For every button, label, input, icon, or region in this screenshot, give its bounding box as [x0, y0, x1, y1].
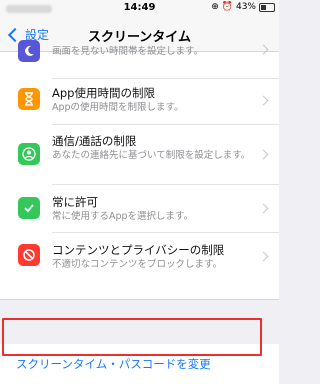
chevron-right-icon	[258, 251, 269, 262]
chevron-right-icon	[258, 95, 269, 106]
chevron-right-icon	[258, 203, 269, 214]
list-item-app-limits[interactable]: App使用時間の制限 Appの使用時間を制限します。	[0, 79, 279, 121]
row-subtitle: 画面を見ない時間帯を設定します。	[52, 46, 204, 57]
row-title: 常に許可	[52, 195, 98, 209]
highlight-box	[2, 318, 262, 356]
row-subtitle: Appの使用時間を制限します。	[52, 102, 184, 113]
change-passcode-link[interactable]: スクリーンタイム・パスコードを変更	[16, 356, 211, 372]
status-bar: 14:49 ⊕ ⏰ 43%	[0, 0, 279, 18]
list-item-downtime[interactable]: 画面を見ない時間帯を設定します。	[0, 38, 279, 72]
battery-icon	[259, 2, 275, 12]
row-title: App使用時間の制限	[52, 86, 155, 100]
row-subtitle: 不適切なコンテンツをブロックします。	[52, 259, 223, 270]
hourglass-icon	[18, 88, 40, 110]
prohibited-icon	[18, 244, 40, 266]
checkmark-icon	[18, 197, 40, 219]
row-subtitle: 常に使用するAppを選択します。	[52, 211, 194, 222]
status-icons: ⊕ ⏰ 43%	[211, 2, 275, 12]
battery-percentage: 43%	[235, 2, 256, 12]
chevron-right-icon	[258, 149, 269, 160]
row-title: 通信/通話の制限	[52, 134, 137, 148]
person-icon	[18, 143, 40, 165]
list-item-always-allowed[interactable]: 常に許可 常に使用するAppを選択します。	[0, 185, 279, 231]
orientation-lock-icon: ⊕	[211, 2, 219, 12]
alarm-icon: ⏰	[221, 2, 233, 12]
row-title: コンテンツとプライバシーの制限	[52, 243, 225, 257]
list-item-content-privacy[interactable]: コンテンツとプライバシーの制限 不適切なコンテンツをブロックします。	[0, 233, 279, 281]
chevron-right-icon	[258, 44, 269, 55]
settings-list: 画面を見ない時間帯を設定します。 App使用時間の制限 Appの使用時間を制限し…	[0, 40, 279, 384]
moon-icon	[18, 40, 40, 62]
list-item-communication-limits[interactable]: 通信/通話の制限 あなたの連絡先に基づいて制限を設定します。	[0, 125, 279, 183]
row-subtitle: あなたの連絡先に基づいて制限を設定します。	[52, 150, 251, 161]
